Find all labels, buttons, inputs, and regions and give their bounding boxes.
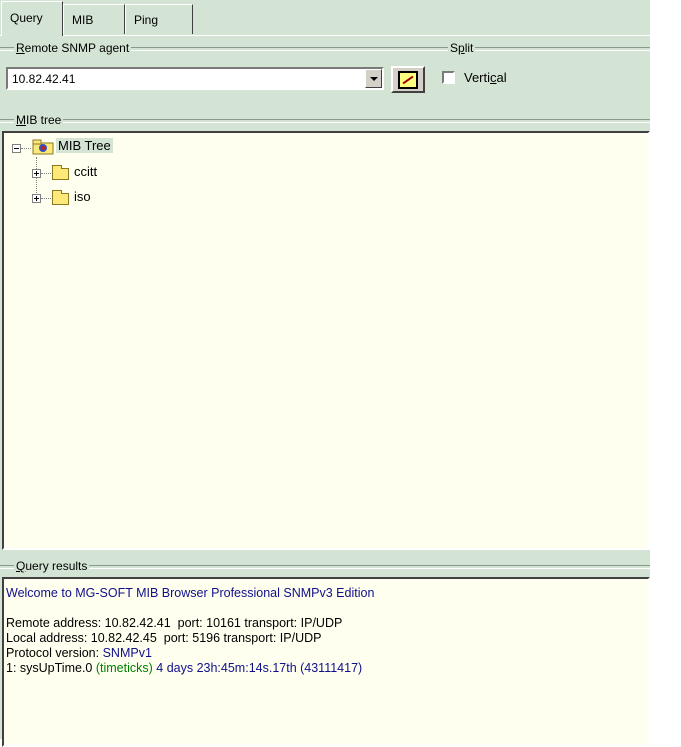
group-border [0, 119, 650, 123]
tree-connector [21, 148, 31, 149]
mib-browser-window: Query MIB Ping Remote SNMP agent 10.82.4… [0, 0, 650, 747]
mib-root-icon [32, 139, 54, 155]
tree-item-ccitt-label: ccitt [74, 164, 98, 179]
folder-icon [52, 190, 69, 205]
tab-query[interactable]: Query [1, 1, 63, 36]
vertical-checkbox-label[interactable]: Vertical [464, 70, 507, 85]
tree-item-root-label: MIB Tree [56, 138, 113, 153]
mib-tree-label: MIB tree [14, 113, 64, 127]
folder-icon [52, 165, 69, 180]
agent-properties-button[interactable] [391, 66, 425, 93]
tree-connector [41, 198, 51, 199]
combo-dropdown-button[interactable] [365, 69, 382, 88]
window-margin [650, 0, 681, 739]
tree-connector [41, 173, 51, 174]
tab-mib-label: MIB [72, 13, 94, 27]
agent-address-value: 10.82.42.41 [12, 72, 76, 86]
query-results-text: Welcome to MG-SOFT MIB Browser Professio… [6, 586, 374, 676]
chevron-down-icon [369, 76, 378, 81]
tree-item-ccitt[interactable]: ccitt [74, 163, 97, 181]
expand-toggle[interactable] [32, 169, 41, 178]
vertical-checkbox[interactable] [442, 71, 455, 84]
result-line: 1: sysUpTime.0 (timeticks) 4 days 23h:45… [6, 661, 363, 675]
tree-item-root[interactable]: MIB Tree [56, 137, 113, 155]
tab-query-label: Query [10, 11, 43, 25]
agent-properties-icon [398, 70, 418, 89]
remote-address-line: Remote address: 10.82.42.41 port: 10161 … [6, 616, 343, 630]
tab-ping-label: Ping [134, 13, 159, 27]
tab-divider [0, 35, 650, 36]
query-results-label: Query results [14, 559, 90, 573]
collapse-toggle[interactable] [12, 144, 21, 153]
tab-ping[interactable]: Ping [125, 4, 193, 34]
expand-toggle[interactable] [32, 194, 41, 203]
tree-item-iso[interactable]: iso [74, 188, 91, 206]
query-results-group: Query results [0, 556, 650, 576]
tab-mib[interactable]: MIB [63, 4, 125, 34]
welcome-line: Welcome to MG-SOFT MIB Browser Professio… [6, 586, 375, 600]
split-label: Split [448, 41, 476, 55]
group-border [0, 565, 650, 569]
mib-tree-group: MIB tree [0, 110, 650, 130]
mib-tree-panel[interactable]: MIB Tree ccitt iso [2, 131, 650, 550]
protocol-line: Protocol version: SNMPv1 [6, 646, 152, 660]
tree-item-iso-label: iso [74, 189, 91, 204]
local-address-line: Local address: 10.82.42.45 port: 5196 tr… [6, 631, 322, 645]
agent-address-combo[interactable]: 10.82.42.41 [6, 67, 384, 90]
tab-strip: Query MIB Ping [0, 0, 650, 36]
remote-agent-label: Remote SNMP agent [14, 41, 132, 55]
